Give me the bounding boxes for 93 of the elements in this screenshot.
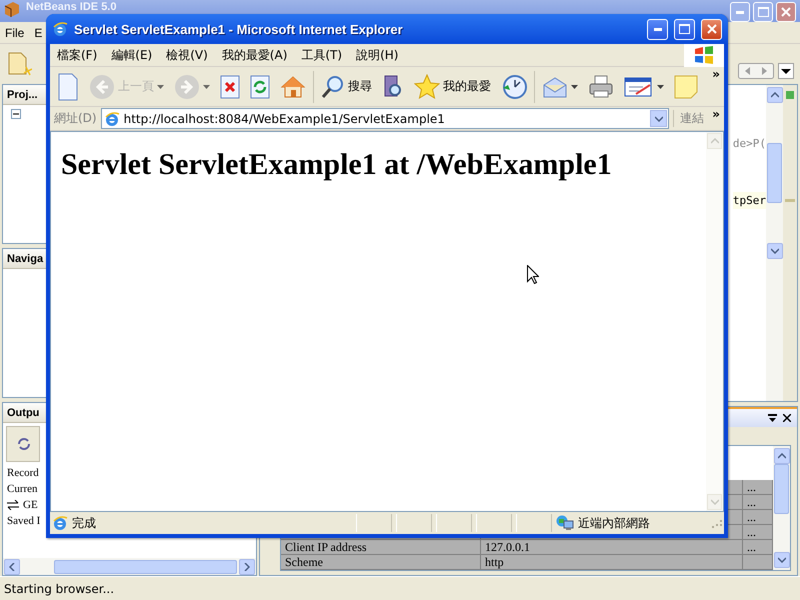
transfer-arrows-icon — [7, 500, 19, 510]
browser-logo-icon — [52, 21, 68, 37]
status-panel — [356, 514, 392, 532]
status-text: Starting browser... — [4, 582, 114, 596]
book-magnifier-icon — [382, 74, 404, 100]
menu-item[interactable]: 我的最愛(A) — [214, 46, 294, 64]
minimize-panel-icon[interactable] — [768, 414, 777, 422]
table-cell: ... — [743, 480, 773, 495]
output-text: Saved I — [7, 515, 40, 527]
table-cell: 127.0.0.1 — [481, 540, 743, 555]
minimize-button[interactable] — [647, 18, 668, 40]
history-clock-icon — [501, 74, 527, 100]
blank-page-icon — [57, 72, 79, 100]
scrollbar-thumb[interactable] — [774, 464, 789, 514]
more-button[interactable]: » — [712, 67, 720, 81]
status-text: 完成 — [72, 514, 97, 532]
scrollbar-thumb[interactable] — [767, 143, 782, 203]
table-cell: ... — [743, 525, 773, 540]
minimize-icon — [654, 28, 662, 30]
table-cell: Client IP address — [281, 540, 481, 555]
code-line: de>P( — [732, 136, 766, 152]
close-button[interactable] — [701, 18, 722, 40]
close-icon[interactable] — [783, 414, 791, 422]
windows-flag-icon — [694, 46, 714, 64]
page-icon — [104, 110, 120, 126]
dropdown-icon[interactable] — [778, 63, 794, 79]
error-stripe-icon — [785, 199, 795, 202]
page-heading: Servlet ServletExample1 at /WebExample1 — [61, 148, 613, 182]
scroll-down-button[interactable] — [766, 243, 782, 259]
printer-icon — [588, 74, 614, 98]
more-button[interactable]: » — [712, 107, 720, 121]
scroll-left-button[interactable] — [4, 558, 20, 574]
address-field[interactable]: http://localhost:8084/WebExample1/ServletExample1 — [100, 108, 670, 129]
close-icon — [706, 24, 716, 34]
search-icon — [321, 74, 345, 98]
menu-item[interactable]: 檢視(V) — [159, 46, 215, 64]
table-cell: Scheme — [281, 555, 481, 570]
panel-tab[interactable]: Outpu — [7, 406, 40, 418]
close-icon — [781, 7, 791, 17]
output-text: Curren — [7, 483, 38, 495]
status-panel — [476, 514, 512, 532]
output-text: GE — [23, 499, 38, 511]
panel-tab[interactable]: Proj... — [7, 88, 38, 100]
toolbar-button[interactable] — [6, 426, 40, 462]
collapse-icon[interactable] — [11, 109, 21, 119]
minimize-icon — [736, 10, 744, 14]
toolbar-button[interactable]: 搜尋 — [318, 72, 375, 100]
menu-item[interactable]: File — [5, 26, 24, 40]
dropdown-button[interactable] — [650, 110, 668, 127]
window-title: Servlet ServletExample1 - Microsoft Internet Explorer — [74, 22, 404, 36]
maximize-icon — [679, 24, 690, 34]
maximize-button[interactable] — [674, 18, 695, 40]
zone-text: 近端內部網路 — [578, 514, 651, 532]
table-cell: ... — [743, 510, 773, 525]
scroll-up-button[interactable] — [774, 448, 790, 464]
mouse-cursor-icon — [527, 265, 539, 284]
new-file-icon[interactable] — [6, 51, 32, 77]
close-button[interactable] — [776, 2, 796, 22]
maximize-icon — [758, 7, 768, 17]
edit-page-icon — [624, 76, 654, 98]
scroll-up-button[interactable] — [766, 87, 782, 103]
menu-item[interactable]: 檔案(F) — [50, 46, 104, 64]
toolbar-button[interactable]: 我的最愛 — [411, 72, 494, 102]
status-panel — [396, 514, 432, 532]
page-icon — [52, 515, 68, 531]
menu-item[interactable]: 說明(H) — [349, 46, 406, 64]
envelope-icon — [542, 76, 568, 98]
refresh-icon — [250, 74, 270, 98]
star-icon — [414, 74, 440, 100]
table-cell: ... — [743, 540, 773, 555]
table-cell — [743, 555, 773, 570]
menu-item[interactable]: 工具(T) — [294, 46, 350, 64]
note-icon — [674, 74, 698, 98]
scroll-right-button[interactable] — [239, 558, 255, 574]
scrollbar-thumb[interactable] — [54, 560, 237, 574]
home-icon — [280, 74, 306, 98]
cube-icon — [4, 1, 20, 17]
window-title: NetBeans IDE 5.0 — [26, 1, 116, 13]
stop-icon — [220, 74, 240, 98]
scroll-down-button[interactable] — [774, 552, 790, 568]
table-cell: http — [481, 555, 743, 570]
output-text: Record — [7, 467, 39, 479]
address-label: 網址(D) — [54, 110, 97, 127]
refresh-icon — [17, 437, 31, 451]
status-marker-icon — [786, 91, 794, 99]
table-cell: ... — [743, 495, 773, 510]
status-panel — [516, 514, 552, 532]
menu-item[interactable]: E — [34, 26, 42, 40]
network-globe-icon — [556, 515, 574, 531]
resize-grip-icon[interactable] — [712, 518, 722, 528]
status-panel — [436, 514, 472, 532]
menu-item[interactable]: 編輯(E) — [104, 46, 160, 64]
panel-tab[interactable]: Naviga — [7, 252, 44, 264]
